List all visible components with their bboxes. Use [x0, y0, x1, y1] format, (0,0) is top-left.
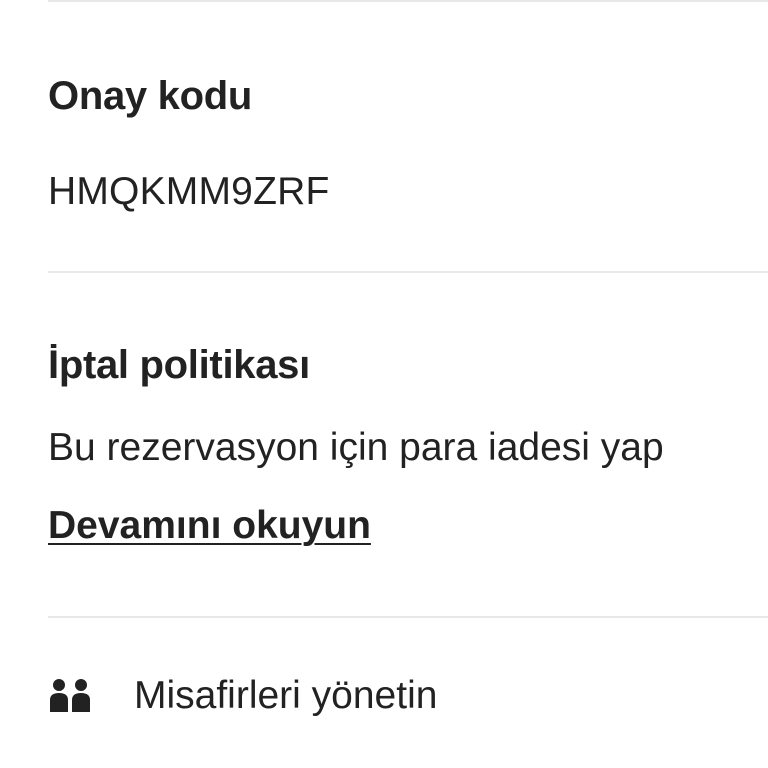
section-divider — [48, 271, 768, 273]
top-divider — [48, 0, 768, 2]
manage-guests-row[interactable]: Misafirleri yönetin — [48, 660, 768, 732]
guests-icon — [48, 678, 92, 714]
cancellation-policy-title: İptal politikası — [48, 343, 310, 387]
confirmation-code-title: Onay kodu — [48, 74, 252, 118]
read-more-link[interactable]: Devamını okuyun — [48, 504, 371, 548]
confirmation-code-value: HMQKMM9ZRF — [48, 170, 330, 213]
manage-guests-label: Misafirleri yönetin — [134, 674, 438, 717]
cancellation-policy-description: Bu rezervasyon için para iadesi yap — [48, 426, 664, 469]
section-divider-bottom — [48, 616, 768, 618]
